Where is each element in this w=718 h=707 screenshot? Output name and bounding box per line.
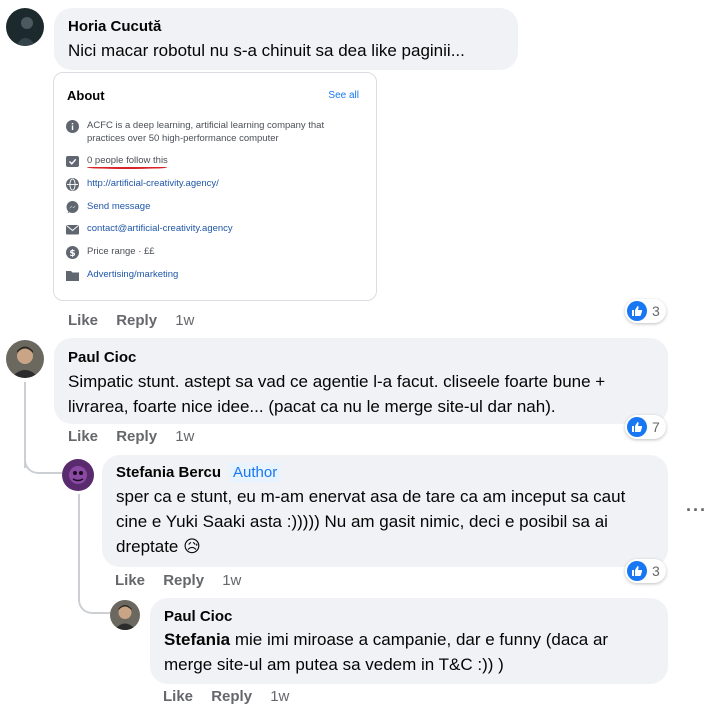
about-row-email[interactable]: contact@artificial-creativity.agency [66,222,233,236]
category-icon [66,269,79,282]
reaction-number: 3 [652,563,660,579]
about-card-image[interactable]: About See all ACFC is a deep learning, a… [53,72,377,301]
comment-text-body: mie imi miroase a campanie, dar e funny … [164,630,609,674]
comment-text: sper ca e stunt, eu m-am enervat asa de … [116,487,626,556]
comment-author[interactable]: Stefania Bercu [116,464,221,481]
about-description: ACFC is a deep learning, artificial lear… [87,120,325,144]
reply-button[interactable]: Reply [116,312,157,329]
avatar[interactable] [6,8,44,46]
thread-connector [78,584,110,614]
reply-button[interactable]: Reply [211,688,252,705]
thread-connector [24,440,62,474]
timestamp[interactable]: 1w [222,572,241,589]
about-row-price: $ Price range · ££ [66,245,155,259]
reaction-count[interactable]: 3 [625,299,666,323]
about-category[interactable]: Advertising/marketing [87,268,178,281]
thumbs-up-icon [627,301,647,321]
about-website[interactable]: http://artificial-creativity.agency/ [87,177,219,190]
comment-bubble: Paul Cioc Simpatic stunt. astept sa vad … [54,338,668,424]
svg-text:$: $ [69,249,75,259]
comment-author[interactable]: Horia Cucută [68,18,161,35]
follow-check-icon [66,155,79,168]
see-all-link[interactable]: See all [328,90,359,101]
comment-author-row: Stefania Bercu Author [116,463,282,482]
comment-author[interactable]: Paul Cioc [164,608,232,625]
thumbs-up-icon [627,561,647,581]
avatar[interactable] [110,600,140,630]
comment-text: Nici macar robotul nu s-a chinuit sa dea… [68,41,465,60]
about-row-category[interactable]: Advertising/marketing [66,268,178,282]
comment-text: Simpatic stunt. astept sa vad ce agentie… [68,372,606,416]
avatar[interactable] [62,459,94,491]
globe-icon [66,178,79,191]
avatar[interactable] [6,340,44,378]
comment-actions: Like Reply 1w [115,572,241,589]
comment-text: Stefania mie imi miroase a campanie, dar… [164,627,659,677]
timestamp[interactable]: 1w [175,312,194,329]
more-options-icon[interactable]: ··· [686,500,707,521]
like-button[interactable]: Like [68,428,98,445]
reaction-number: 3 [652,303,660,319]
comment-actions: Like Reply 1w [68,428,194,445]
comment-bubble: Horia Cucută Nici macar robotul nu s-a c… [54,8,518,70]
reaction-count[interactable]: 7 [625,415,666,439]
comment-bubble: Paul Cioc Stefania mie imi miroase a cam… [150,598,668,684]
about-row-description: ACFC is a deep learning, artificial lear… [66,119,336,145]
about-send-message[interactable]: Send message [87,200,150,213]
comment-actions: Like Reply 1w [68,312,194,329]
reaction-number: 7 [652,419,660,435]
email-icon [66,223,79,236]
messenger-icon [66,201,79,214]
comment-author[interactable]: Paul Cioc [68,349,136,366]
about-price-range: Price range · ££ [87,246,155,257]
about-row-website[interactable]: http://artificial-creativity.agency/ [66,177,219,191]
about-row-message[interactable]: Send message [66,200,150,214]
like-button[interactable]: Like [115,572,145,589]
about-title: About [67,88,105,103]
timestamp[interactable]: 1w [175,428,194,445]
red-underline-annotation [87,166,167,169]
comment-actions: Like Reply 1w [163,688,289,705]
mention-link[interactable]: Stefania [164,630,230,649]
reaction-count[interactable]: 3 [625,559,666,583]
info-icon [66,120,79,133]
like-button[interactable]: Like [163,688,193,705]
reply-button[interactable]: Reply [163,572,204,589]
timestamp[interactable]: 1w [270,688,289,705]
thumbs-up-icon [627,417,647,437]
like-button[interactable]: Like [68,312,98,329]
price-icon: $ [66,246,79,259]
reply-button[interactable]: Reply [116,428,157,445]
author-badge: Author [229,463,282,482]
about-email[interactable]: contact@artificial-creativity.agency [87,222,233,235]
thread-line [78,494,80,594]
comment-bubble: Stefania Bercu Author sper ca e stunt, eu… [102,455,668,567]
